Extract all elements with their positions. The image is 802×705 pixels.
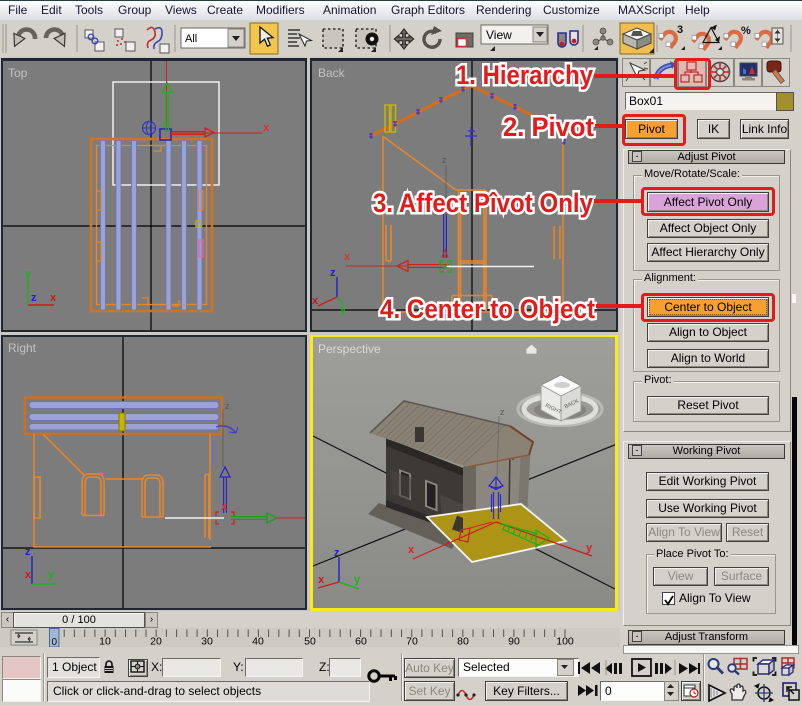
svg-text:90: 90 (508, 636, 520, 648)
svg-text:z: z (25, 546, 31, 558)
svg-text:y: y (340, 304, 347, 316)
svg-text:2. Pivot: 2. Pivot (503, 112, 594, 142)
svg-text:z: z (442, 155, 447, 165)
svg-text:y: y (25, 268, 32, 280)
svg-text:x: x (318, 574, 325, 586)
svg-text:3. Affect Pîvot Only: 3. Affect Pîvot Only (373, 188, 593, 218)
svg-text:Perspective: Perspective (318, 342, 381, 356)
svg-text:Top: Top (8, 66, 28, 80)
svg-text:x: x (312, 295, 319, 307)
svg-text:3: 3 (677, 24, 683, 36)
svg-text:y: y (354, 574, 361, 586)
svg-text:y: y (48, 569, 55, 581)
svg-text:100: 100 (556, 636, 574, 648)
svg-text:All: All (185, 33, 197, 45)
svg-text:x: x (408, 544, 415, 556)
svg-text:x: x (25, 569, 32, 581)
svg-text:60: 60 (355, 636, 367, 648)
svg-text:10: 10 (99, 636, 111, 648)
svg-text:30: 30 (201, 636, 213, 648)
svg-text:z: z (500, 407, 505, 417)
svg-text:z: z (330, 267, 336, 279)
svg-text:x: x (344, 251, 351, 263)
svg-text:Right: Right (8, 341, 37, 355)
svg-text:z: z (225, 401, 230, 411)
svg-text:z: z (334, 547, 340, 559)
svg-text:C: C (162, 121, 168, 130)
svg-text:z: z (31, 292, 37, 304)
svg-text:x: x (221, 501, 228, 513)
svg-text:50: 50 (304, 636, 316, 648)
svg-text:0: 0 (52, 637, 58, 647)
svg-text:4. Center to Object: 4. Center to Object (380, 294, 595, 324)
svg-text:x: x (263, 122, 270, 134)
svg-text:80: 80 (457, 636, 469, 648)
svg-text:40: 40 (252, 636, 264, 648)
svg-text:View: View (486, 28, 512, 42)
svg-text:y: y (586, 542, 593, 554)
svg-text:Back: Back (318, 66, 346, 80)
svg-text:20: 20 (150, 636, 162, 648)
svg-text:70: 70 (406, 636, 418, 648)
svg-text:%: % (741, 25, 751, 37)
svg-text:1. Hierarchy: 1. Hierarchy (456, 60, 593, 90)
svg-text:x: x (50, 292, 57, 304)
